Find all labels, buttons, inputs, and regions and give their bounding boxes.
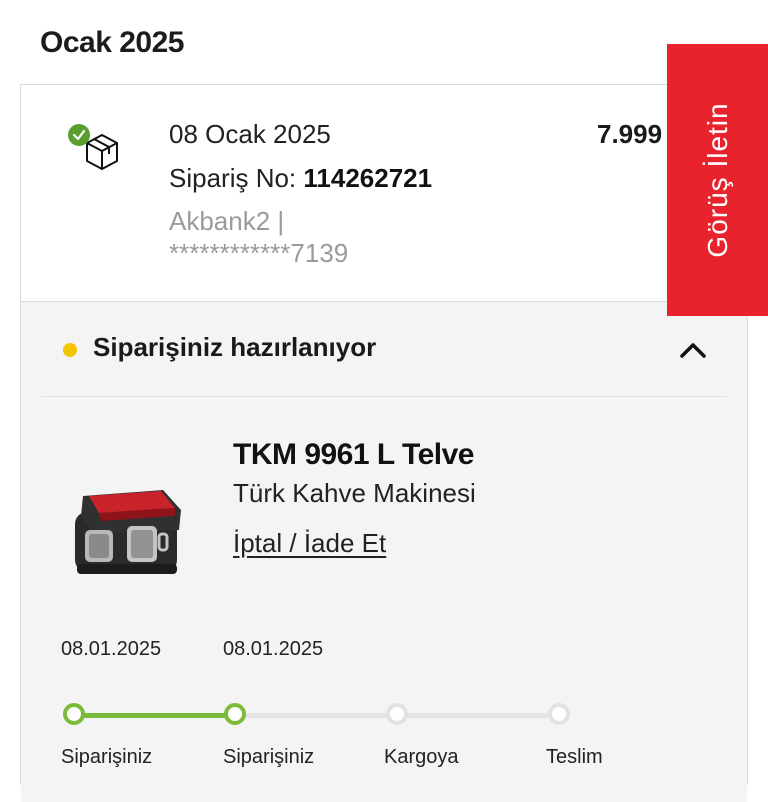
coffee-machine-image xyxy=(75,490,181,574)
order-price: 7.999 xyxy=(597,119,663,149)
step-3-marker xyxy=(386,703,408,725)
payment-bank: Akbank2 | xyxy=(169,206,285,236)
feedback-button[interactable]: Görüş İletin xyxy=(667,44,768,316)
step-2-date: 08.01.2025 xyxy=(223,638,324,660)
step-1-label: Siparişiniz xyxy=(61,746,153,768)
order-number: Sipariş No: 114262721 xyxy=(169,163,432,194)
step-2-marker xyxy=(224,703,246,725)
step-2-label: Siparişiniz xyxy=(223,746,315,768)
step-3-label: Kargoya xyxy=(384,746,459,768)
step-1-marker xyxy=(63,703,85,725)
product-name: TKM 9961 L Telve xyxy=(233,438,475,471)
month-title: Ocak 2025 xyxy=(40,26,184,59)
status-text: Siparişiniz hazırlanıyor xyxy=(93,332,377,362)
order-number-label: Sipariş No: xyxy=(169,163,304,193)
cancel-return-link[interactable]: İptal / İade Et xyxy=(233,528,386,559)
step-1-date: 08.01.2025 xyxy=(61,638,162,660)
order-header[interactable]: 08 Ocak 2025 Sipariş No: 114262721 Akban… xyxy=(21,85,747,301)
order-number-value: 114262721 xyxy=(303,163,433,193)
chevron-up-icon[interactable] xyxy=(677,334,709,366)
status-dot xyxy=(63,343,77,357)
feedback-label: Görüş İletin xyxy=(701,102,733,258)
order-date: 08 Ocak 2025 xyxy=(169,119,331,149)
step-4-marker xyxy=(548,703,570,725)
payment-card-mask: ************7139 xyxy=(169,238,349,268)
order-details: Siparişiniz hazırlanıyor TKM 9961 L Telv… xyxy=(21,301,747,802)
order-card: 08 Ocak 2025 Sipariş No: 114262721 Akban… xyxy=(20,84,748,802)
package-delivered-check-icon xyxy=(68,124,118,170)
payment-info: Akbank2 | ************7139 xyxy=(169,205,399,269)
product-subtitle: Türk Kahve Makinesi xyxy=(233,478,476,508)
progress-line-done xyxy=(73,713,235,718)
status-row[interactable]: Siparişiniz hazırlanıyor xyxy=(41,302,727,397)
step-4-label: Teslim xyxy=(546,746,603,768)
